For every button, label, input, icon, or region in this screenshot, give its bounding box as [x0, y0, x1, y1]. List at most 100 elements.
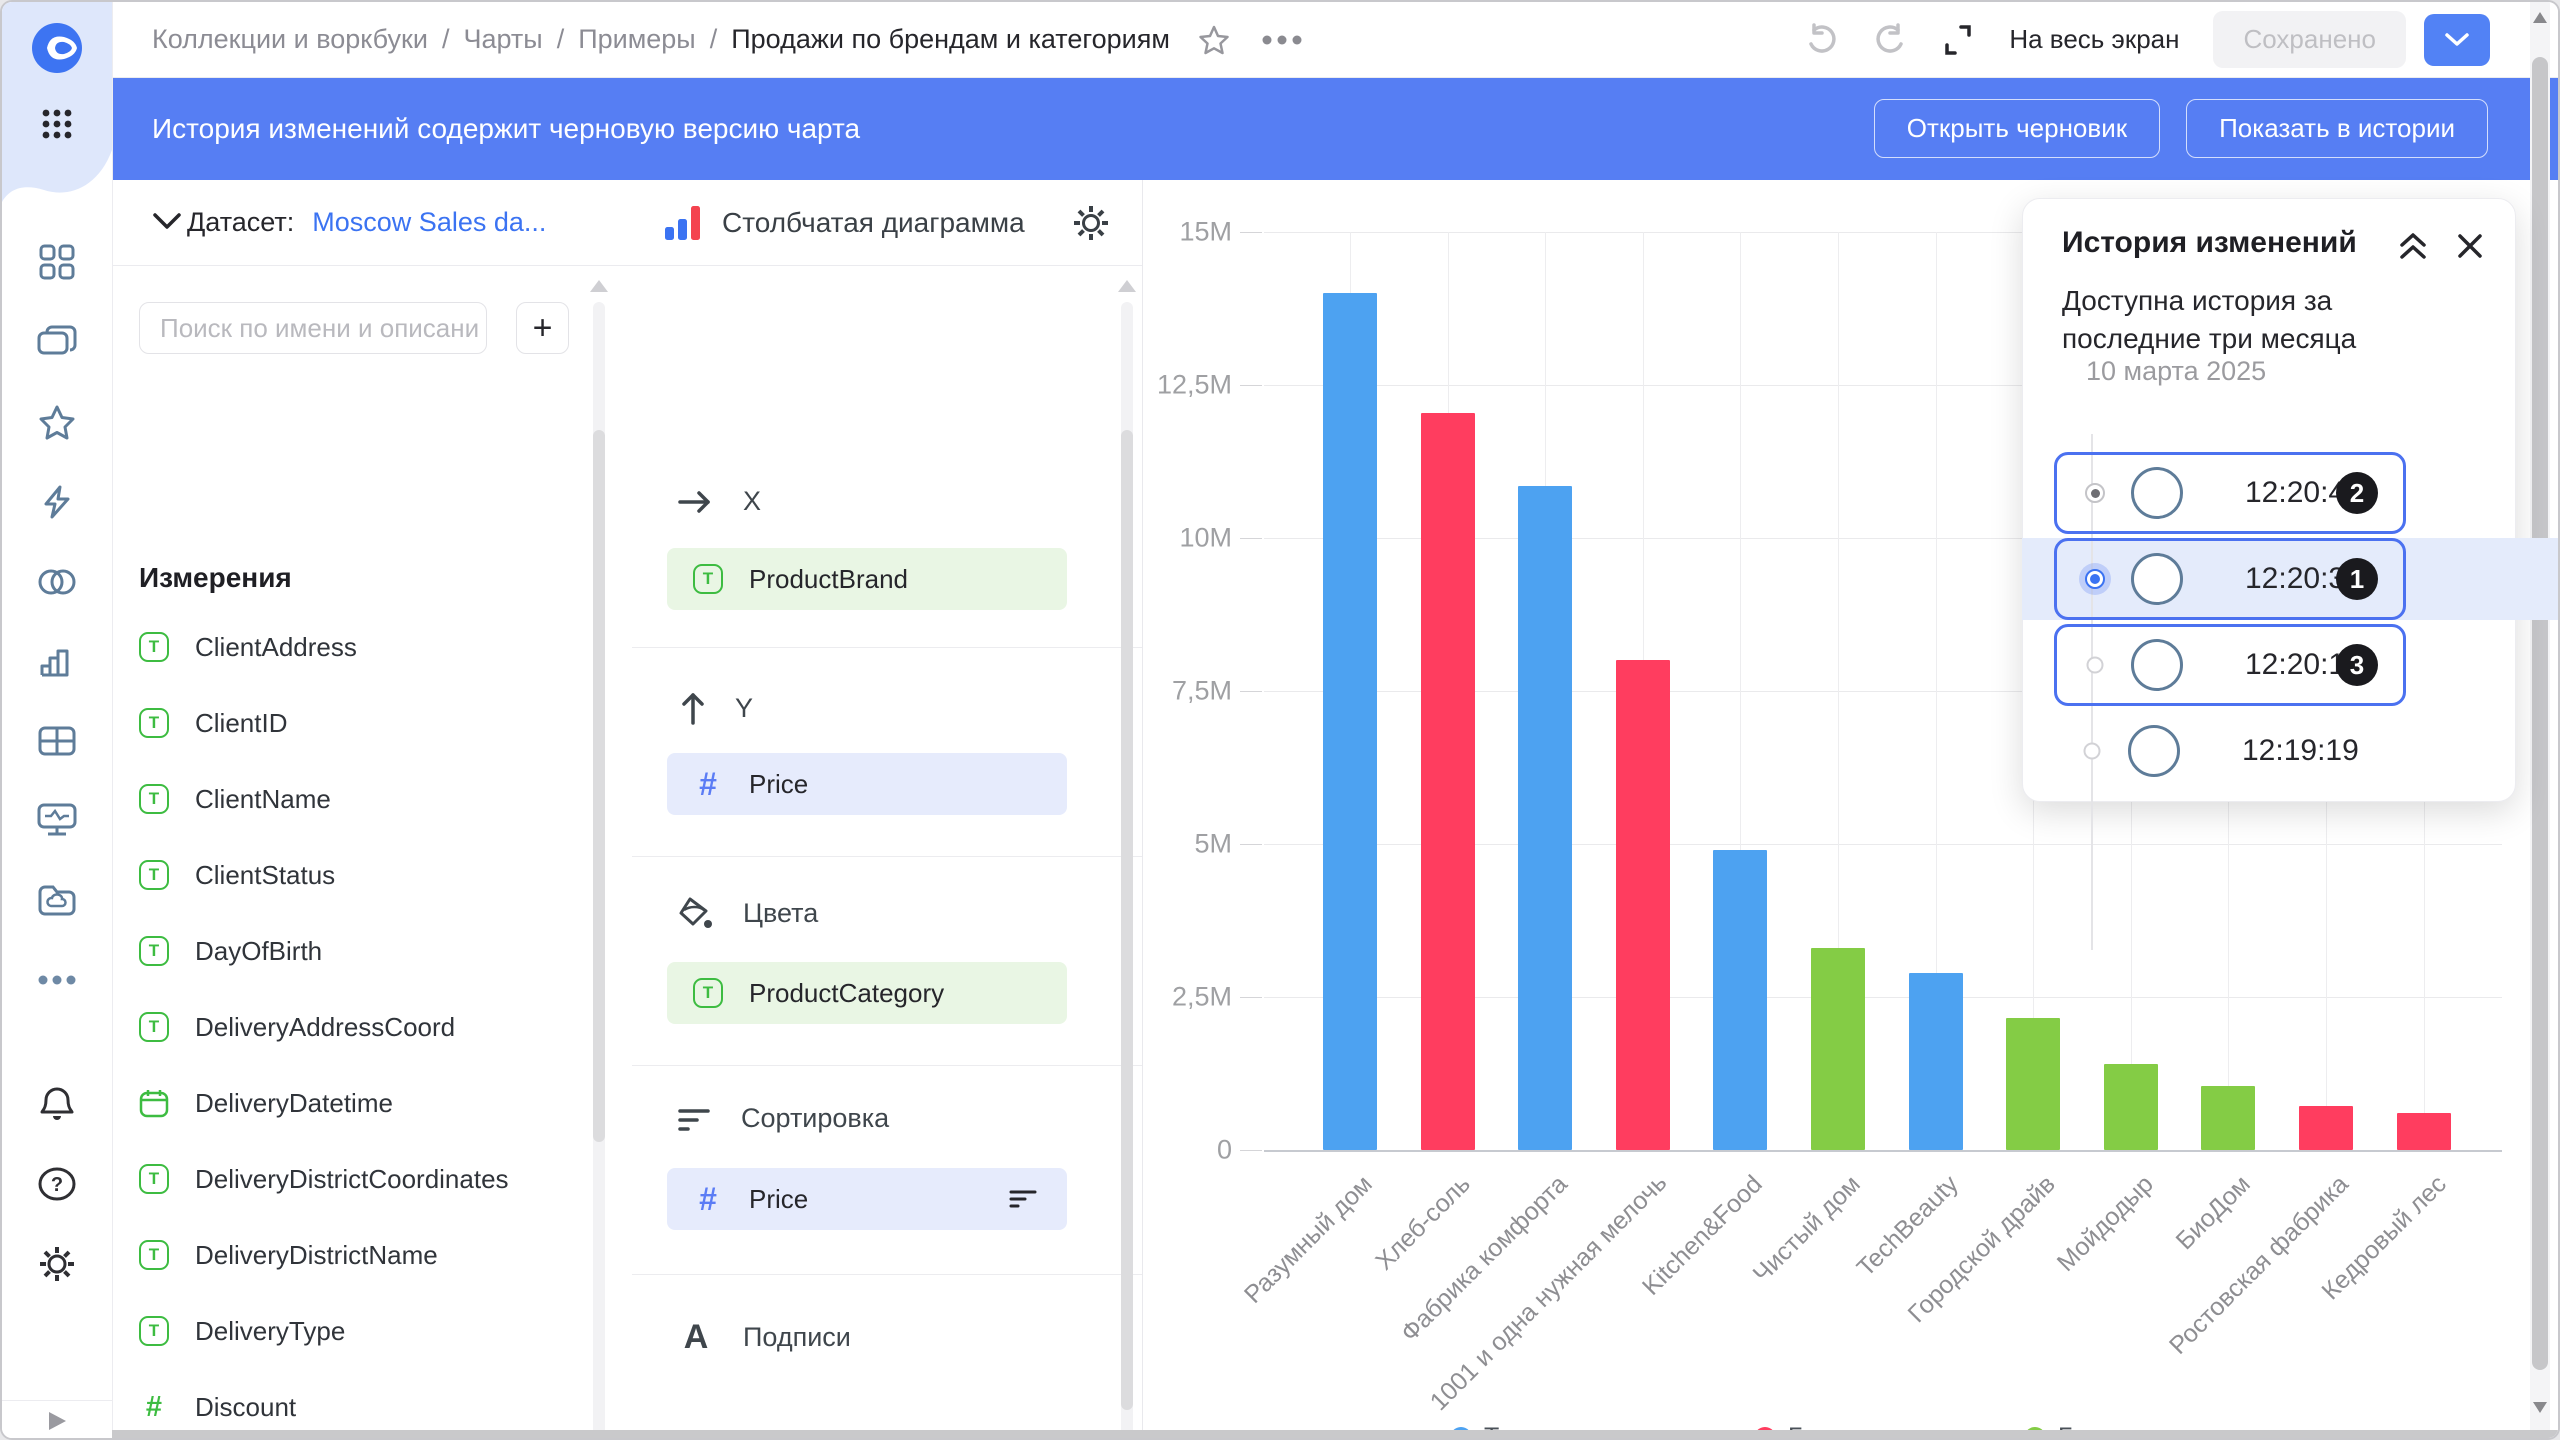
field-item[interactable]: #Discount: [139, 1377, 296, 1437]
dataset-scrollbar[interactable]: [593, 302, 605, 1440]
breadcrumb-charts[interactable]: Чарты: [463, 24, 542, 55]
bar[interactable]: [1616, 660, 1670, 1150]
datalens-logo-icon[interactable]: [31, 22, 83, 74]
bar[interactable]: [1518, 486, 1572, 1150]
sort-field-name: Price: [749, 1184, 808, 1215]
field-name: DeliveryAddressCoord: [195, 1012, 455, 1043]
labels-a-icon: A: [679, 1318, 713, 1357]
open-draft-button[interactable]: Открыть черновик: [1874, 99, 2160, 158]
bar[interactable]: [1909, 973, 1963, 1150]
bar[interactable]: [2299, 1106, 2353, 1150]
y-axis-tick: [1240, 232, 1262, 233]
text-type-icon: T: [693, 978, 723, 1008]
folders-icon[interactable]: [37, 325, 77, 359]
scroll-up-arrow[interactable]: [1118, 280, 1136, 292]
field-name: ClientStatus: [195, 860, 335, 891]
history-item[interactable]: 12:20:452: [2054, 452, 2406, 534]
overlap-circles-icon[interactable]: [36, 567, 78, 597]
apps-grid-icon[interactable]: [40, 107, 74, 141]
bar[interactable]: [1713, 850, 1767, 1150]
field-item[interactable]: DeliveryDatetime: [139, 1073, 393, 1133]
dashboard-grid-icon[interactable]: [39, 244, 75, 280]
history-item[interactable]: 12:20:143: [2054, 624, 2406, 706]
chart-settings-gear-icon[interactable]: [1072, 204, 1110, 242]
radio-empty[interactable]: [2087, 657, 2104, 674]
field-item[interactable]: TClientAddress: [139, 617, 357, 677]
radio-selected[interactable]: [2079, 563, 2111, 595]
scroll-up-arrow[interactable]: [590, 280, 608, 292]
bar[interactable]: [2006, 1018, 2060, 1150]
bar[interactable]: [1811, 948, 1865, 1150]
page-vertical-scrollbar[interactable]: [2530, 2, 2550, 1440]
close-icon[interactable]: [2456, 232, 2484, 260]
field-item[interactable]: TDeliveryAddressCoord: [139, 997, 455, 1057]
colors-field-chip[interactable]: T ProductCategory: [667, 962, 1067, 1024]
more-icon[interactable]: [37, 975, 77, 985]
more-actions-icon[interactable]: [1260, 35, 1304, 45]
expand-play-icon[interactable]: [45, 1409, 69, 1433]
bar[interactable]: [2201, 1086, 2255, 1150]
scrollbar-thumb[interactable]: [2532, 57, 2548, 1370]
section-divider: [632, 647, 1142, 648]
radio-dot[interactable]: [2085, 483, 2105, 503]
field-name: DayOfBirth: [195, 936, 322, 967]
scrollbar-up-arrow[interactable]: [2533, 12, 2547, 23]
section-divider: [632, 856, 1142, 857]
scrollbar-down-arrow[interactable]: [2533, 1402, 2547, 1413]
undo-icon[interactable]: [1805, 23, 1839, 57]
field-item[interactable]: T ClientStatus: [139, 845, 335, 905]
bar[interactable]: [1323, 293, 1377, 1150]
x-field-chip[interactable]: T ProductBrand: [667, 548, 1067, 610]
breadcrumb-collections[interactable]: Коллекции и воркбуки: [152, 24, 428, 55]
dataset-name-link[interactable]: Moscow Sales da...: [312, 207, 546, 238]
add-field-button[interactable]: +: [516, 302, 569, 354]
table-icon[interactable]: [38, 726, 76, 756]
sort-field-chip[interactable]: # Price: [667, 1168, 1067, 1230]
chevron-down-icon: [2444, 32, 2470, 48]
bar-chart-icon[interactable]: [39, 646, 75, 678]
history-item[interactable]: 12:20:321: [2054, 538, 2406, 620]
monitor-pulse-icon[interactable]: [37, 803, 77, 837]
text-type-icon: T: [139, 784, 169, 814]
sort-section-label: Сортировка: [741, 1103, 889, 1134]
field-item[interactable]: TDayOfBirth: [139, 921, 322, 981]
field-item[interactable]: TDeliveryDistrictCoordinates: [139, 1149, 509, 1209]
collapse-panel-icon[interactable]: [2396, 230, 2430, 262]
save-dropdown-button[interactable]: [2424, 14, 2490, 66]
folder-cloud-icon[interactable]: [38, 884, 76, 916]
y-section-header: Y: [681, 690, 753, 726]
field-name: ClientID: [195, 708, 287, 739]
bar[interactable]: [1421, 413, 1475, 1150]
breadcrumb-examples[interactable]: Примеры: [578, 24, 696, 55]
bar[interactable]: [2397, 1113, 2451, 1150]
field-item[interactable]: TDeliveryDistrictName: [139, 1225, 438, 1285]
config-scrollbar[interactable]: [1121, 302, 1133, 1440]
favorite-star-icon[interactable]: [1198, 24, 1230, 56]
field-name: Discount: [195, 1392, 296, 1423]
text-type-icon: T: [139, 1164, 169, 1194]
chart-type-label[interactable]: Столбчатая диаграмма: [722, 207, 1025, 239]
fullscreen-label[interactable]: На весь экран: [2009, 24, 2179, 55]
show-in-history-button[interactable]: Показать в истории: [2186, 99, 2488, 158]
saved-button[interactable]: Сохранено: [2213, 11, 2406, 68]
field-item[interactable]: TClientName: [139, 769, 331, 829]
history-item[interactable]: 12:19:19: [2054, 710, 2406, 792]
page-horizontal-scrollbar[interactable]: [112, 1430, 2560, 1440]
text-type-icon: T: [139, 860, 169, 890]
grid-line: [1264, 1150, 2502, 1152]
bar[interactable]: [2104, 1064, 2158, 1150]
radio-empty[interactable]: [2084, 743, 2101, 760]
collapse-chevron-icon[interactable]: [152, 212, 182, 232]
star-icon[interactable]: [38, 404, 76, 440]
bolt-icon[interactable]: [39, 484, 75, 520]
field-item[interactable]: TClientID: [139, 693, 287, 753]
help-icon[interactable]: ?: [38, 1167, 76, 1201]
bell-icon[interactable]: [39, 1085, 75, 1123]
field-item[interactable]: TDeliveryType: [139, 1301, 345, 1361]
search-input[interactable]: [139, 302, 487, 354]
redo-icon[interactable]: [1873, 23, 1907, 57]
fullscreen-icon[interactable]: [1941, 23, 1975, 57]
sort-direction-icon[interactable]: [1009, 1188, 1037, 1210]
gear-icon[interactable]: [38, 1245, 76, 1283]
y-field-chip[interactable]: # Price: [667, 753, 1067, 815]
